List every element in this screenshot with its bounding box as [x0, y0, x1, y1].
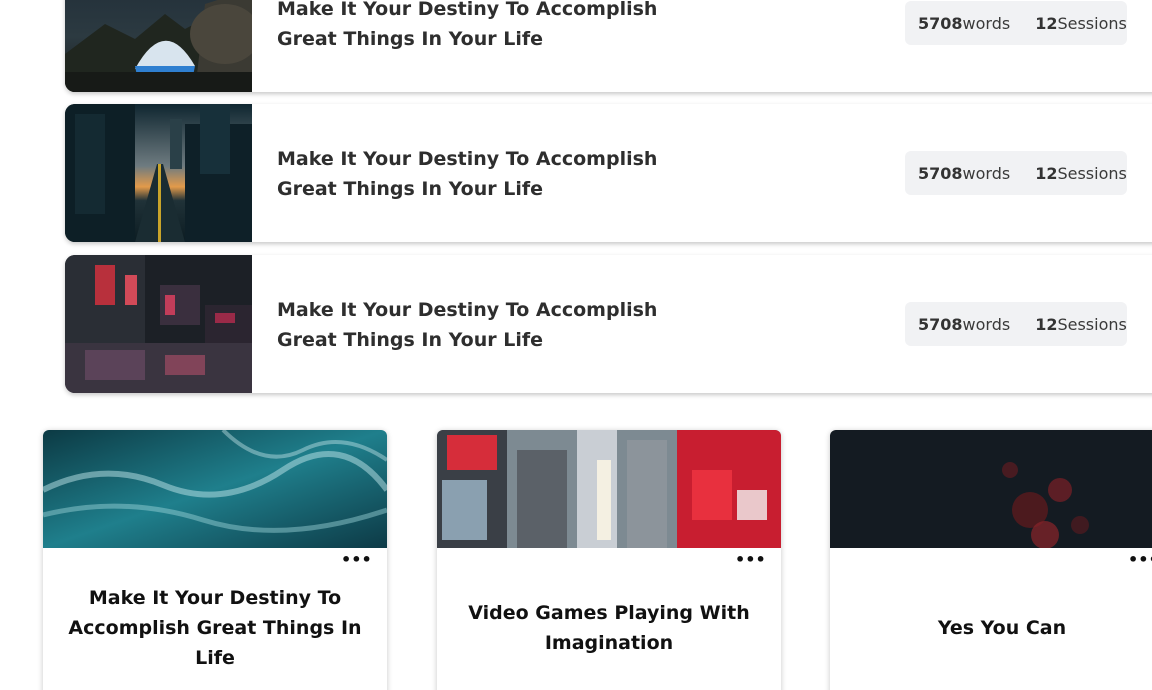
list-item-title[interactable]: Make It Your Destiny To Accomplish Great… [277, 144, 717, 204]
words-unit: words [962, 314, 1011, 334]
stats-pill: 5708 words 12 Sessions [905, 1, 1127, 45]
list-item-title[interactable]: Make It Your Destiny To Accomplish Great… [277, 295, 717, 355]
grid-card-thumbnail [437, 430, 781, 548]
neon-street-image [65, 255, 252, 393]
list-item-thumbnail [65, 0, 252, 92]
list-item-thumbnail [65, 255, 252, 393]
city-street-image [65, 104, 252, 242]
words-count: 5708 [918, 13, 963, 33]
sessions-unit: Sessions [1057, 13, 1127, 33]
more-dots-icon[interactable]: ••• [1128, 552, 1152, 568]
stats-pill: 5708 words 12 Sessions [905, 302, 1127, 346]
ocean-waves-image [43, 430, 387, 548]
words-unit: words [962, 13, 1011, 33]
grid-card-title[interactable]: Yes You Can [830, 598, 1152, 658]
list-item-title[interactable]: Make It Your Destiny To Accomplish Great… [277, 0, 717, 54]
grid-card-title[interactable]: Make It Your Destiny To Accomplish Great… [43, 587, 387, 669]
words-count: 5708 [918, 163, 963, 183]
more-dots-icon[interactable]: ••• [341, 552, 372, 568]
words-unit: words [962, 163, 1011, 183]
sessions-unit: Sessions [1057, 163, 1127, 183]
tent-night-image [65, 0, 252, 92]
stats-pill: 5708 words 12 Sessions [905, 151, 1127, 195]
sessions-unit: Sessions [1057, 314, 1127, 334]
list-item[interactable]: Make It Your Destiny To Accomplish Great… [65, 104, 1152, 242]
sessions-count: 12 [1035, 163, 1058, 183]
sessions-count: 12 [1035, 13, 1058, 33]
grid-card-thumbnail [830, 430, 1152, 548]
more-dots-icon[interactable]: ••• [735, 552, 766, 568]
grid-card-thumbnail [43, 430, 387, 548]
grid-card-title[interactable]: Video Games Playing With Imagination [437, 598, 781, 658]
list-item[interactable]: Make It Your Destiny To Accomplish Great… [65, 0, 1152, 92]
list-item[interactable]: Make It Your Destiny To Accomplish Great… [65, 255, 1152, 393]
dark-bokeh-image [830, 430, 1152, 548]
list-item-thumbnail [65, 104, 252, 242]
times-square-image [437, 430, 781, 548]
sessions-count: 12 [1035, 314, 1058, 334]
words-count: 5708 [918, 314, 963, 334]
